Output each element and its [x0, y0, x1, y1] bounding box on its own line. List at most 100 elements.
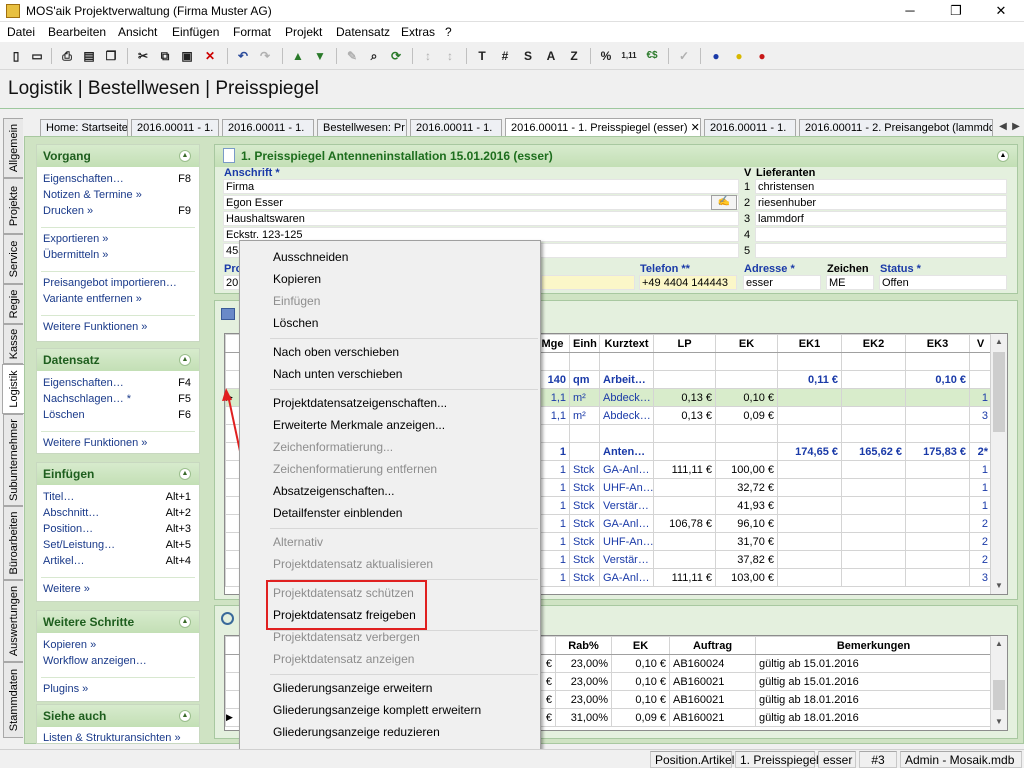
- section-header[interactable]: Weitere Schritte ▲: [37, 611, 199, 633]
- vtab-allgemein[interactable]: Allgemein: [3, 118, 23, 178]
- cell-ek1[interactable]: [777, 388, 842, 407]
- row-header-cell[interactable]: [225, 690, 240, 709]
- cell-ek[interactable]: 37,82 €: [715, 550, 778, 569]
- cell-ek[interactable]: [715, 370, 778, 389]
- scroll-up-icon[interactable]: ▲: [991, 636, 1007, 652]
- copy-doc-icon[interactable]: ❐: [101, 46, 121, 66]
- col-header-rabatt[interactable]: Rab%: [555, 636, 612, 655]
- ctx-detailfenster[interactable]: Detailfenster einblenden: [273, 502, 402, 524]
- task-ds-weitere-funktionen[interactable]: Weitere Funktionen »: [43, 437, 191, 453]
- vtab-subunternehmer[interactable]: Subunternehmer: [3, 414, 23, 506]
- row-header-cell[interactable]: [225, 568, 240, 587]
- cell-ek1[interactable]: [777, 568, 842, 587]
- doc-tab-3[interactable]: 2016.00011 - 1.: [222, 119, 314, 136]
- cell-ek3[interactable]: [905, 406, 970, 425]
- task-ds-eigenschaften[interactable]: Eigenschaften… F4: [43, 377, 191, 393]
- cell-rab[interactable]: 23,00%: [555, 690, 612, 709]
- redo-icon[interactable]: ↷: [255, 46, 275, 66]
- lieferant-5[interactable]: [755, 243, 1007, 258]
- cell-v[interactable]: [969, 352, 992, 371]
- cell-kurz[interactable]: [599, 352, 654, 371]
- cell-ek3[interactable]: 175,83 €: [905, 442, 970, 461]
- row-header-cell[interactable]: [225, 460, 240, 479]
- cell-ek3[interactable]: [905, 388, 970, 407]
- col-header-ek2[interactable]: EK2: [841, 334, 906, 353]
- lieferant-2[interactable]: riesenhuber: [755, 195, 1007, 210]
- cell-ek3[interactable]: [905, 496, 970, 515]
- section-header[interactable]: Einfügen ▲: [37, 463, 199, 485]
- tab-scroll-left-icon[interactable]: ◀: [996, 120, 1010, 134]
- lieferant-1[interactable]: christensen: [755, 179, 1007, 194]
- task-notizen[interactable]: Notizen & Termine »: [43, 189, 191, 205]
- user-blue-icon[interactable]: ●: [706, 46, 726, 66]
- cell-kurz[interactable]: Verstär…: [599, 496, 654, 515]
- status-field[interactable]: Offen: [879, 275, 1007, 290]
- arrow-down-icon[interactable]: ▼: [310, 46, 330, 66]
- cell-ek1[interactable]: [777, 460, 842, 479]
- cell-ek[interactable]: [715, 424, 778, 443]
- cell-einh[interactable]: Stck: [569, 460, 600, 479]
- cell-ek[interactable]: [715, 442, 778, 461]
- cell-ek2[interactable]: [841, 424, 906, 443]
- cell-ek3[interactable]: [905, 424, 970, 443]
- paste-icon[interactable]: ▣: [177, 46, 197, 66]
- scroll-down-icon[interactable]: ▼: [991, 578, 1007, 594]
- cell-ek[interactable]: 100,00 €: [715, 460, 778, 479]
- task-weitere-funktionen[interactable]: Weitere Funktionen »: [43, 321, 191, 337]
- cell-rab[interactable]: 23,00%: [555, 654, 612, 673]
- cell-lp[interactable]: [653, 496, 716, 515]
- col-header-ek3[interactable]: EK3: [905, 334, 970, 353]
- row-header-cell[interactable]: [225, 370, 240, 389]
- cell-ek3[interactable]: [905, 532, 970, 551]
- cell-ek2[interactable]: [841, 406, 906, 425]
- cell-ek[interactable]: 41,93 €: [715, 496, 778, 515]
- row-header-cell[interactable]: [225, 478, 240, 497]
- cell-ek1[interactable]: [777, 532, 842, 551]
- user-yellow-icon[interactable]: ●: [729, 46, 749, 66]
- ctx-nach-unten[interactable]: Nach unten verschieben: [273, 363, 402, 385]
- doc-tab-8[interactable]: 2016.00011 - 2. Preisangebot (lammdorf): [799, 119, 993, 136]
- cell-kurz[interactable]: GA-Anl…: [599, 460, 654, 479]
- row-header-cell[interactable]: [225, 532, 240, 551]
- col-header-ek[interactable]: EK: [715, 334, 778, 353]
- col-header-ek[interactable]: EK: [611, 636, 670, 655]
- task-uebermitteln[interactable]: Übermitteln »: [43, 249, 191, 265]
- percent-icon[interactable]: %: [596, 46, 616, 66]
- cell-ek[interactable]: 0,10 €: [611, 672, 670, 691]
- cell-rab[interactable]: 31,00%: [555, 708, 612, 727]
- cell-ek2[interactable]: [841, 568, 906, 587]
- menu-einfuegen[interactable]: Einfügen: [172, 25, 219, 39]
- cell-ek3[interactable]: [905, 460, 970, 479]
- cell-ek1[interactable]: 174,65 €: [777, 442, 842, 461]
- row-header-cell[interactable]: [225, 514, 240, 533]
- address-line-2[interactable]: Egon Esser: [223, 195, 739, 210]
- doc-tab-home[interactable]: Home: Startseite: [40, 119, 128, 136]
- yellow-field[interactable]: [541, 275, 635, 290]
- tab-scroll-right-icon[interactable]: ▶: [1009, 120, 1023, 134]
- cell-v[interactable]: 3: [969, 568, 992, 587]
- cell-einh[interactable]: m²: [569, 406, 600, 425]
- cell-kurz[interactable]: Anten…: [599, 442, 654, 461]
- cell-einh[interactable]: m²: [569, 388, 600, 407]
- cell-v[interactable]: 1: [969, 388, 992, 407]
- cell-kurz[interactable]: Abdeck…: [599, 406, 654, 425]
- cell-einh[interactable]: Stck: [569, 496, 600, 515]
- cell-ek2[interactable]: 165,62 €: [841, 442, 906, 461]
- task-eigenschaften[interactable]: Eigenschaften… F8: [43, 173, 191, 189]
- row-header-cell[interactable]: [225, 352, 240, 371]
- task-kopieren[interactable]: Kopieren »: [43, 639, 191, 655]
- scroll-up-icon[interactable]: ▲: [991, 334, 1007, 350]
- task-variante-entfernen[interactable]: Variante entfernen »: [43, 293, 191, 309]
- check-icon[interactable]: ✓: [674, 46, 694, 66]
- vtab-projekte[interactable]: Projekte: [3, 178, 23, 234]
- section-header[interactable]: Siehe auch ▲: [37, 705, 199, 727]
- address-line-1[interactable]: Firma: [223, 179, 739, 194]
- cell-einh[interactable]: [569, 424, 600, 443]
- cell-v[interactable]: 2: [969, 514, 992, 533]
- cell-kurz[interactable]: [599, 424, 654, 443]
- cell-v[interactable]: [969, 424, 992, 443]
- text-icon[interactable]: T: [472, 46, 492, 66]
- cell-kurz[interactable]: Verstär…: [599, 550, 654, 569]
- cell-ek1[interactable]: [777, 424, 842, 443]
- close-button[interactable]: ✕: [978, 0, 1024, 22]
